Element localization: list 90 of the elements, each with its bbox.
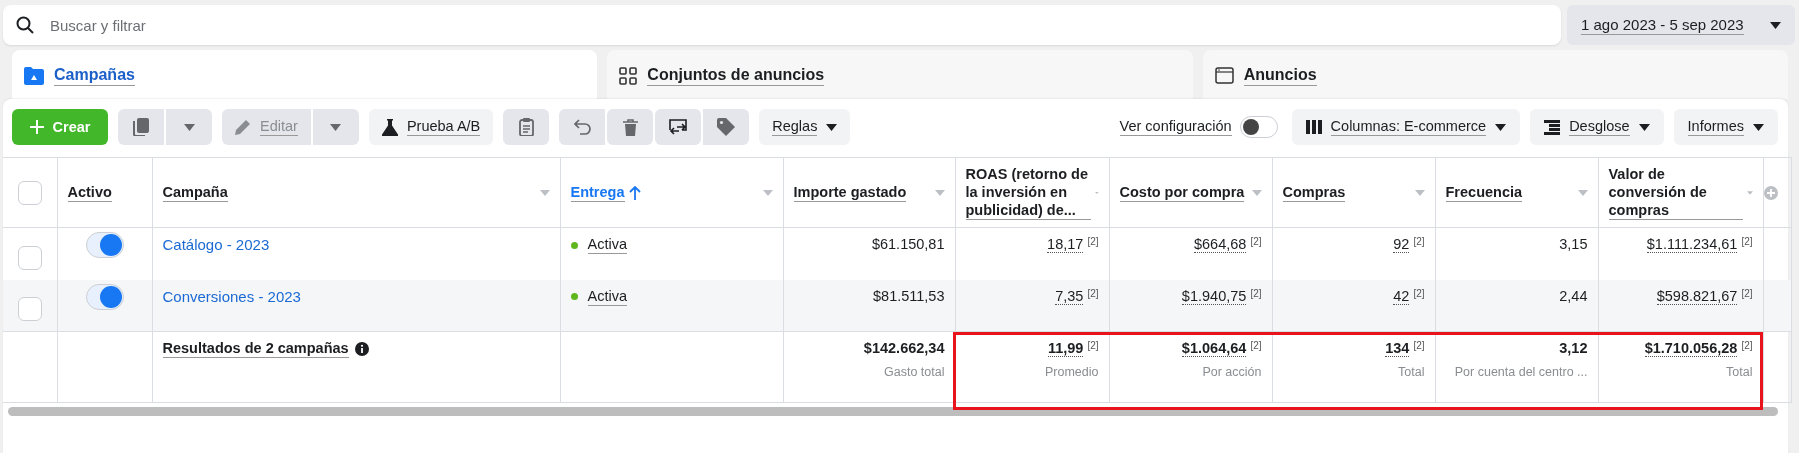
table-cell-value: $1.710.056,28	[1644, 340, 1738, 357]
toolbar-dropdown[interactable]: Informes	[1673, 109, 1778, 145]
pencil-icon	[235, 119, 251, 135]
table-cell-value: 42	[1393, 287, 1410, 305]
footnote-marker: [2]	[1413, 340, 1425, 351]
checkbox[interactable]	[17, 180, 42, 205]
view-settings-label: Ver configuración	[1119, 118, 1232, 136]
trash-icon	[622, 118, 638, 136]
caret-icon	[1495, 123, 1507, 131]
toggle-switch[interactable]	[85, 283, 124, 310]
add-column-icon	[1763, 185, 1778, 200]
table-cell-value: $598.821,67	[1656, 287, 1738, 305]
footnote-marker: [2]	[1413, 236, 1425, 247]
toggle-switch[interactable]	[1239, 116, 1278, 138]
table-cell-value: $1.111.234,61	[1646, 236, 1738, 253]
copy-icon	[133, 118, 149, 136]
cell-caption: Por cuenta del centro ...	[1453, 365, 1588, 379]
table-cell-value: 18,17	[1047, 236, 1084, 253]
footnote-marker: [2]	[1087, 236, 1099, 247]
caret-icon	[826, 123, 838, 131]
flask-icon	[381, 118, 398, 136]
cell-caption: Gasto total	[883, 365, 945, 379]
footnote-marker: [2]	[1413, 287, 1425, 299]
tab[interactable]: Anuncios	[1202, 50, 1788, 99]
table-cell-value: $664,68	[1193, 236, 1247, 253]
date-range-dropdown[interactable]: 1 ago 2023 - 5 sep 2023	[1567, 5, 1795, 45]
footnote-marker: [2]	[1087, 287, 1099, 299]
footnote-marker: [2]	[1741, 287, 1753, 299]
cell-caption: Por acción	[1201, 365, 1262, 379]
campaign-link[interactable]: Catálogo - 2023	[162, 236, 270, 253]
table-cell-value: $142.662,34	[863, 340, 945, 357]
table-cell-value: 3,12	[1559, 340, 1588, 357]
undo-icon	[573, 119, 591, 135]
folder-icon	[24, 66, 44, 85]
delivery-status: Activa	[587, 236, 627, 254]
ab-test-button[interactable]: Prueba A/B	[368, 109, 494, 145]
tab[interactable]: Conjuntos de anuncios	[607, 50, 1193, 99]
summary-label: Resultados de 2 campañas	[162, 340, 349, 358]
toggle-switch[interactable]	[85, 232, 124, 258]
table-cell-value: 3,15	[1559, 236, 1588, 253]
column-header[interactable]: Compras	[1282, 182, 1346, 203]
campaign-link[interactable]: Conversiones - 2023	[162, 287, 301, 305]
grid-icon	[619, 66, 638, 85]
delivery-status: Activa	[587, 287, 627, 306]
caret-icon	[1753, 123, 1764, 131]
toolbar-dropdown[interactable]: Columnas: E-commerce	[1291, 109, 1521, 145]
horizontal-scrollbar[interactable]	[8, 407, 1778, 416]
table-cell-value: 92	[1393, 236, 1410, 253]
checkbox[interactable]	[17, 297, 42, 322]
column-header[interactable]: Entrega	[570, 182, 625, 203]
columns-icon	[1305, 120, 1322, 134]
rules-dropdown[interactable]: Reglas	[759, 109, 851, 145]
column-header[interactable]: Campaña	[162, 182, 228, 203]
table-cell-value: 11,99	[1047, 340, 1084, 357]
tag-icon	[717, 118, 736, 136]
search-icon	[16, 16, 34, 34]
column-header[interactable]: Frecuencia	[1445, 182, 1523, 203]
sort-arrow-icon	[628, 185, 641, 200]
window-icon	[1214, 67, 1234, 84]
caret-icon	[183, 123, 195, 131]
column-header[interactable]: Activo	[67, 182, 112, 203]
footnote-marker: [2]	[1741, 340, 1753, 351]
table-cell-value: $1.940,75	[1181, 287, 1247, 305]
footnote-marker: [2]	[1250, 287, 1262, 299]
cell-caption: Total	[1397, 365, 1425, 379]
search-field[interactable]: Buscar y filtrar	[3, 5, 1561, 45]
footnote-marker: [2]	[1250, 340, 1262, 351]
table-cell-value: $1.064,64	[1181, 340, 1247, 357]
caret-icon	[330, 123, 342, 131]
caret-icon	[1638, 123, 1650, 131]
plus-icon	[29, 120, 44, 134]
tab[interactable]: Campañas	[12, 50, 598, 99]
caret-icon	[1770, 21, 1781, 29]
table-cell-value: $81.511,53	[873, 287, 945, 305]
cell-caption: Promedio	[1044, 365, 1099, 379]
toolbar-dropdown[interactable]: Desglose	[1530, 109, 1664, 145]
table-cell-value: 134	[1385, 340, 1410, 357]
table-cell-value: 7,35	[1055, 287, 1084, 305]
info-icon	[354, 342, 369, 356]
cell-caption: Total	[1725, 365, 1753, 379]
checkbox[interactable]	[17, 245, 42, 270]
table-cell-value: 2,44	[1559, 287, 1588, 305]
breakdown-icon	[1544, 119, 1561, 135]
table-cell-value: $61.150,81	[871, 236, 945, 253]
footnote-marker: [2]	[1250, 236, 1262, 247]
footnote-marker: [2]	[1087, 340, 1099, 351]
column-header[interactable]: Importe gastado	[793, 182, 907, 203]
swap-icon	[668, 118, 689, 136]
clipboard-icon	[518, 118, 534, 136]
footnote-marker: [2]	[1741, 236, 1753, 247]
